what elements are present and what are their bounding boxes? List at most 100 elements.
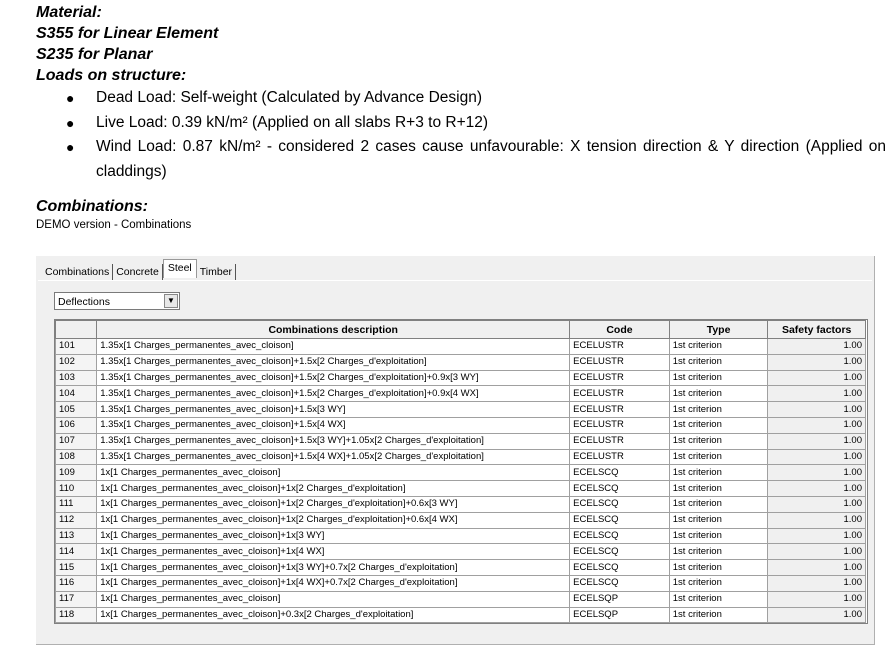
row-number[interactable]: 104 <box>54 385 98 403</box>
column-header-description[interactable]: Combinations description <box>96 320 571 339</box>
tab-timber[interactable]: Timber <box>197 264 237 280</box>
combination-description[interactable]: 1x[1 Charges_permanentes_avec_cloison]+1… <box>96 480 571 497</box>
table-row[interactable]: 110 1x[1 Charges_permanentes_avec_cloison… <box>54 480 866 497</box>
row-number[interactable]: 118 <box>54 606 98 624</box>
safety-factor-cell[interactable]: 1.00 <box>767 338 866 355</box>
code-cell[interactable]: ECELSQP <box>569 606 670 624</box>
tab-steel[interactable]: Steel <box>162 259 197 278</box>
table-row[interactable]: 114 1x[1 Charges_permanentes_avec_cloison… <box>54 543 866 561</box>
code-cell[interactable]: ECELSQP <box>569 590 670 608</box>
code-cell[interactable]: ECELSCQ <box>569 543 670 561</box>
safety-factor-cell[interactable]: 1.00 <box>767 527 866 545</box>
code-cell[interactable]: ECELUSTR <box>569 448 670 466</box>
type-cell[interactable]: 1st criterion <box>668 511 769 529</box>
code-cell[interactable]: ECELSCQ <box>569 480 670 497</box>
safety-factor-cell[interactable]: 1.00 <box>767 385 866 403</box>
code-cell[interactable]: ECELUSTR <box>569 338 670 355</box>
code-cell[interactable]: ECELSCQ <box>569 559 670 576</box>
combination-description[interactable]: 1x[1 Charges_permanentes_avec_cloison]+1… <box>96 543 571 561</box>
type-cell[interactable]: 1st criterion <box>668 416 769 434</box>
row-number[interactable]: 113 <box>54 527 98 545</box>
safety-factor-cell[interactable]: 1.00 <box>767 495 866 513</box>
table-row[interactable]: 109 1x[1 Charges_permanentes_avec_cloison… <box>54 464 866 482</box>
type-cell[interactable]: 1st criterion <box>668 369 769 387</box>
combination-description[interactable]: 1.35x[1 Charges_permanentes_avec_cloison… <box>96 369 571 387</box>
code-cell[interactable]: ECELSCQ <box>569 527 670 545</box>
row-number[interactable]: 105 <box>54 401 98 418</box>
safety-factor-cell[interactable]: 1.00 <box>767 369 866 387</box>
combination-description[interactable]: 1x[1 Charges_permanentes_avec_cloison]+1… <box>96 527 571 545</box>
table-row[interactable]: 113 1x[1 Charges_permanentes_avec_cloison… <box>54 527 866 545</box>
type-cell[interactable]: 1st criterion <box>668 590 769 608</box>
combination-description[interactable]: 1x[1 Charges_permanentes_avec_cloison]+1… <box>96 574 571 592</box>
table-row[interactable]: 111 1x[1 Charges_permanentes_avec_cloison… <box>54 495 866 513</box>
combination-description[interactable]: 1.35x[1 Charges_permanentes_avec_cloison… <box>96 353 571 371</box>
combination-description[interactable]: 1x[1 Charges_permanentes_avec_cloison]+1… <box>96 511 571 529</box>
code-cell[interactable]: ECELSCQ <box>569 495 670 513</box>
type-cell[interactable]: 1st criterion <box>668 527 769 545</box>
row-number[interactable]: 101 <box>54 338 98 355</box>
code-cell[interactable]: ECELUSTR <box>569 369 670 387</box>
combination-description[interactable]: 1.35x[1 Charges_permanentes_avec_cloison… <box>96 338 571 355</box>
combination-description[interactable]: 1x[1 Charges_permanentes_avec_cloison]+1… <box>96 495 571 513</box>
type-cell[interactable]: 1st criterion <box>668 464 769 482</box>
combination-description[interactable]: 1.35x[1 Charges_permanentes_avec_cloison… <box>96 416 571 434</box>
type-cell[interactable]: 1st criterion <box>668 353 769 371</box>
row-number[interactable]: 102 <box>54 353 98 371</box>
safety-factor-cell[interactable]: 1.00 <box>767 464 866 482</box>
type-cell[interactable]: 1st criterion <box>668 480 769 497</box>
combination-description[interactable]: 1x[1 Charges_permanentes_avec_cloison] <box>96 590 571 608</box>
type-cell[interactable]: 1st criterion <box>668 338 769 355</box>
code-cell[interactable]: ECELUSTR <box>569 432 670 450</box>
type-cell[interactable]: 1st criterion <box>668 385 769 403</box>
row-number[interactable]: 106 <box>54 416 98 434</box>
column-header-type[interactable]: Type <box>668 320 769 339</box>
safety-factor-cell[interactable]: 1.00 <box>767 401 866 418</box>
code-cell[interactable]: ECELUSTR <box>569 385 670 403</box>
type-cell[interactable]: 1st criterion <box>668 495 769 513</box>
tab-concrete[interactable]: Concrete <box>113 264 163 280</box>
safety-factor-cell[interactable]: 1.00 <box>767 574 866 592</box>
table-row[interactable]: 104 1.35x[1 Charges_permanentes_avec_cloi… <box>54 385 866 403</box>
code-cell[interactable]: ECELSCQ <box>569 574 670 592</box>
row-number[interactable]: 112 <box>54 511 98 529</box>
code-cell[interactable]: ECELSCQ <box>569 464 670 482</box>
combination-description[interactable]: 1.35x[1 Charges_permanentes_avec_cloison… <box>96 432 571 450</box>
code-cell[interactable]: ECELUSTR <box>569 401 670 418</box>
safety-factor-cell[interactable]: 1.00 <box>767 448 866 466</box>
type-cell[interactable]: 1st criterion <box>668 448 769 466</box>
safety-factor-cell[interactable]: 1.00 <box>767 353 866 371</box>
row-number[interactable]: 107 <box>54 432 98 450</box>
table-row[interactable]: 101 1.35x[1 Charges_permanentes_avec_cloi… <box>54 338 866 355</box>
row-number[interactable]: 115 <box>54 559 98 576</box>
combination-description[interactable]: 1.35x[1 Charges_permanentes_avec_cloison… <box>96 448 571 466</box>
type-cell[interactable]: 1st criterion <box>668 559 769 576</box>
table-row[interactable]: 106 1.35x[1 Charges_permanentes_avec_cloi… <box>54 416 866 434</box>
code-cell[interactable]: ECELUSTR <box>569 416 670 434</box>
safety-factor-cell[interactable]: 1.00 <box>767 432 866 450</box>
type-cell[interactable]: 1st criterion <box>668 432 769 450</box>
combination-description[interactable]: 1x[1 Charges_permanentes_avec_cloison]+1… <box>96 559 571 576</box>
table-row[interactable]: 107 1.35x[1 Charges_permanentes_avec_cloi… <box>54 432 866 450</box>
type-cell[interactable]: 1st criterion <box>668 606 769 624</box>
row-number[interactable]: 116 <box>54 574 98 592</box>
table-row[interactable]: 105 1.35x[1 Charges_permanentes_avec_cloi… <box>54 401 866 418</box>
row-number[interactable]: 109 <box>54 464 98 482</box>
row-number[interactable]: 103 <box>54 369 98 387</box>
combination-description[interactable]: 1x[1 Charges_permanentes_avec_cloison]+0… <box>96 606 571 624</box>
column-header-index[interactable] <box>54 320 98 339</box>
code-cell[interactable]: ECELSCQ <box>569 511 670 529</box>
row-number[interactable]: 114 <box>54 543 98 561</box>
column-header-safety-factors[interactable]: Safety factors <box>767 320 866 339</box>
safety-factor-cell[interactable]: 1.00 <box>767 590 866 608</box>
table-row[interactable]: 102 1.35x[1 Charges_permanentes_avec_cloi… <box>54 353 866 371</box>
table-row[interactable]: 116 1x[1 Charges_permanentes_avec_cloison… <box>54 574 866 592</box>
column-header-code[interactable]: Code <box>569 320 670 339</box>
table-row[interactable]: 118 1x[1 Charges_permanentes_avec_cloison… <box>54 606 866 624</box>
combination-description[interactable]: 1.35x[1 Charges_permanentes_avec_cloison… <box>96 385 571 403</box>
table-row[interactable]: 112 1x[1 Charges_permanentes_avec_cloison… <box>54 511 866 529</box>
criterion-dropdown[interactable]: Deflections ▼ <box>54 292 180 310</box>
safety-factor-cell[interactable]: 1.00 <box>767 416 866 434</box>
table-row[interactable]: 103 1.35x[1 Charges_permanentes_avec_cloi… <box>54 369 866 387</box>
safety-factor-cell[interactable]: 1.00 <box>767 480 866 497</box>
